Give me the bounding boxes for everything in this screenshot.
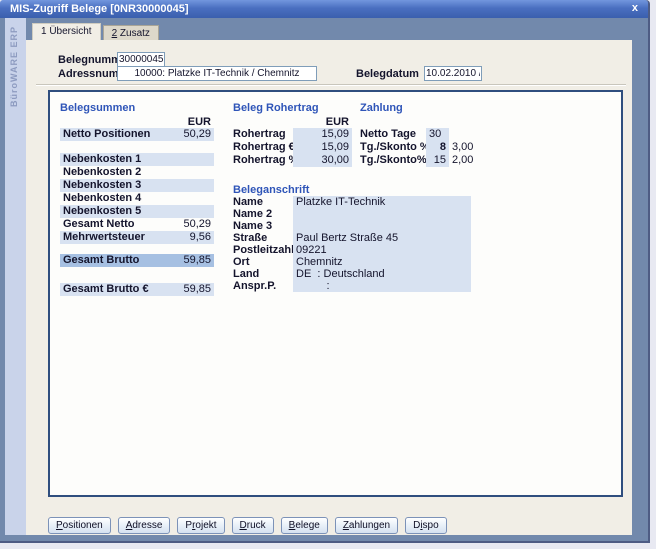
tab-zusatz-label: Zusatz	[117, 28, 150, 39]
row-value: 50,29	[183, 218, 211, 231]
belege-button[interactable]: Belege	[281, 517, 328, 534]
detail-panel: Belegsummen EUR Netto Positionen 50,29 N…	[48, 90, 623, 497]
summary-row-gesamt-brutto-eur: Gesamt Brutto € 59,85	[60, 283, 214, 296]
belegnummer-field[interactable]	[117, 52, 165, 67]
row-label: Nebenkosten 3	[63, 179, 141, 192]
belegdatum-field[interactable]	[424, 66, 482, 81]
row-value: 59,85	[183, 254, 211, 267]
row-label: Nebenkosten 5	[63, 205, 141, 218]
rohertrag-label: Rohertrag	[233, 128, 286, 141]
belegsummen-title: Belegsummen	[60, 102, 135, 114]
anschrift-ansprechpartner-label: Anspr.P.	[233, 280, 276, 292]
row-label: Nebenkosten 4	[63, 192, 141, 205]
summary-row-nebenkosten-1: Nebenkosten 1	[60, 153, 214, 166]
brand-sidebar: BüroWARE ERP	[5, 18, 26, 535]
brand-vertical-text: BüroWARE ERP	[9, 26, 19, 107]
anschrift-name3-value	[293, 220, 471, 232]
adresse-button[interactable]: Adresse	[118, 517, 171, 534]
anschrift-name2-value	[293, 208, 471, 220]
netto-tage-label: Netto Tage	[360, 128, 416, 141]
positionen-button[interactable]: Positionen	[48, 517, 111, 534]
anschrift-ansprechpartner-value: :	[293, 280, 471, 292]
druck-button[interactable]: Druck	[232, 517, 274, 534]
app-window: MIS-Zugriff Belege [0NR30000045] x BüroW…	[0, 0, 650, 543]
anschrift-name3-label: Name 3	[233, 220, 272, 232]
skonto2-prozent-value: 2,00	[449, 154, 473, 167]
row-label: Nebenkosten 2	[63, 166, 141, 179]
tab-strip: 1 Übersicht 2 Zusatz	[26, 18, 632, 40]
header-divider	[36, 84, 626, 86]
summary-row-nebenkosten-2: Nebenkosten 2	[60, 166, 214, 179]
anschrift-plz-value: 09221	[293, 244, 471, 256]
rohertrag-value: 15,09	[293, 128, 352, 141]
window-title: MIS-Zugriff Belege [0NR30000045]	[10, 3, 189, 15]
anschrift-land-value: DE : Deutschland	[293, 268, 471, 280]
tab-zusatz[interactable]: 2 Zusatz	[103, 25, 159, 40]
page-uebersicht: Belegnummer Adressnummer Belegdatum Bele…	[26, 40, 632, 535]
anschrift-strasse-label: Straße	[233, 232, 267, 244]
summary-row-gesamt-netto: Gesamt Netto 50,29	[60, 218, 214, 231]
row-label: Netto Positionen	[63, 128, 150, 141]
rohertrag-currency-header: EUR	[293, 116, 352, 128]
summary-row-gesamt-brutto: Gesamt Brutto 59,85	[60, 254, 214, 267]
skonto2-tage-value: 15	[426, 154, 449, 167]
window-body: 1 Übersicht 2 Zusatz Belegnummer Adressn…	[26, 18, 632, 535]
summary-row-netto-positionen: Netto Positionen 50,29	[60, 128, 214, 141]
anschrift-strasse-value: Paul Bertz Straße 45	[293, 232, 471, 244]
tab-uebersicht-label: 1 Übersicht	[41, 26, 92, 37]
anschrift-land-label: Land	[233, 268, 259, 280]
projekt-button[interactable]: Projekt	[177, 517, 224, 534]
close-icon[interactable]: x	[632, 0, 638, 17]
netto-tage-value: 30	[426, 128, 449, 141]
row-label: Gesamt Netto	[63, 218, 135, 231]
row-value: 9,56	[190, 231, 211, 244]
desktop-background: MIS-Zugriff Belege [0NR30000045] x BüroW…	[0, 0, 656, 549]
row-label: Nebenkosten 1	[63, 153, 141, 166]
skonto2-label: Tg./Skonto%	[360, 154, 427, 167]
skonto1-tage-value: 8	[426, 141, 449, 154]
spacer	[60, 244, 214, 254]
summary-row-nebenkosten-4: Nebenkosten 4	[60, 192, 214, 205]
anschrift-plz-label: Postleitzahl	[233, 244, 294, 256]
rohertrag-prozent-label: Rohertrag %	[233, 154, 298, 167]
summary-row-nebenkosten-3: Nebenkosten 3	[60, 179, 214, 192]
row-value: 59,85	[183, 283, 211, 296]
window-titlebar[interactable]: MIS-Zugriff Belege [0NR30000045] x	[0, 0, 648, 18]
belegsummen-currency-header: EUR	[60, 116, 214, 128]
bottom-button-bar: Positionen Adresse Projekt Druck Belege …	[48, 517, 447, 534]
dispo-button[interactable]: Dispo	[405, 517, 447, 534]
summary-row-mehrwertsteuer: Mehrwertsteuer 9,56	[60, 231, 214, 244]
netto-tage-value-2	[449, 128, 473, 141]
row-value: 50,29	[183, 128, 211, 141]
anschrift-name2-label: Name 2	[233, 208, 272, 220]
rohertrag-eur-value: 15,09	[293, 141, 352, 154]
belegdatum-label: Belegdatum	[356, 68, 419, 80]
rohertrag-title: Beleg Rohertrag	[233, 102, 319, 114]
tab-uebersicht[interactable]: 1 Übersicht	[32, 23, 101, 40]
anschrift-name-value: Platzke IT-Technik	[293, 196, 471, 208]
belegsummen-rows: Netto Positionen 50,29 Nebenkosten 1 Neb…	[60, 128, 214, 296]
spacer	[60, 141, 214, 153]
rohertrag-prozent-value: 30,00	[293, 154, 352, 167]
row-label: Mehrwertsteuer	[63, 231, 145, 244]
zahlungen-button[interactable]: Zahlungen	[335, 517, 398, 534]
adressnummer-field[interactable]	[117, 66, 317, 81]
anschrift-name-label: Name	[233, 196, 263, 208]
anschrift-ort-label: Ort	[233, 256, 250, 268]
row-label: Gesamt Brutto	[63, 254, 139, 267]
row-label: Gesamt Brutto €	[63, 283, 149, 296]
anschrift-title: Beleganschrift	[233, 184, 309, 196]
rohertrag-eur-label: Rohertrag €	[233, 141, 295, 154]
summary-row-nebenkosten-5: Nebenkosten 5	[60, 205, 214, 218]
spacer	[60, 267, 214, 283]
skonto1-prozent-value: 3,00	[449, 141, 473, 154]
skonto1-label: Tg./Skonto %	[360, 141, 430, 154]
zahlung-title: Zahlung	[360, 102, 403, 114]
anschrift-ort-value: Chemnitz	[293, 256, 471, 268]
